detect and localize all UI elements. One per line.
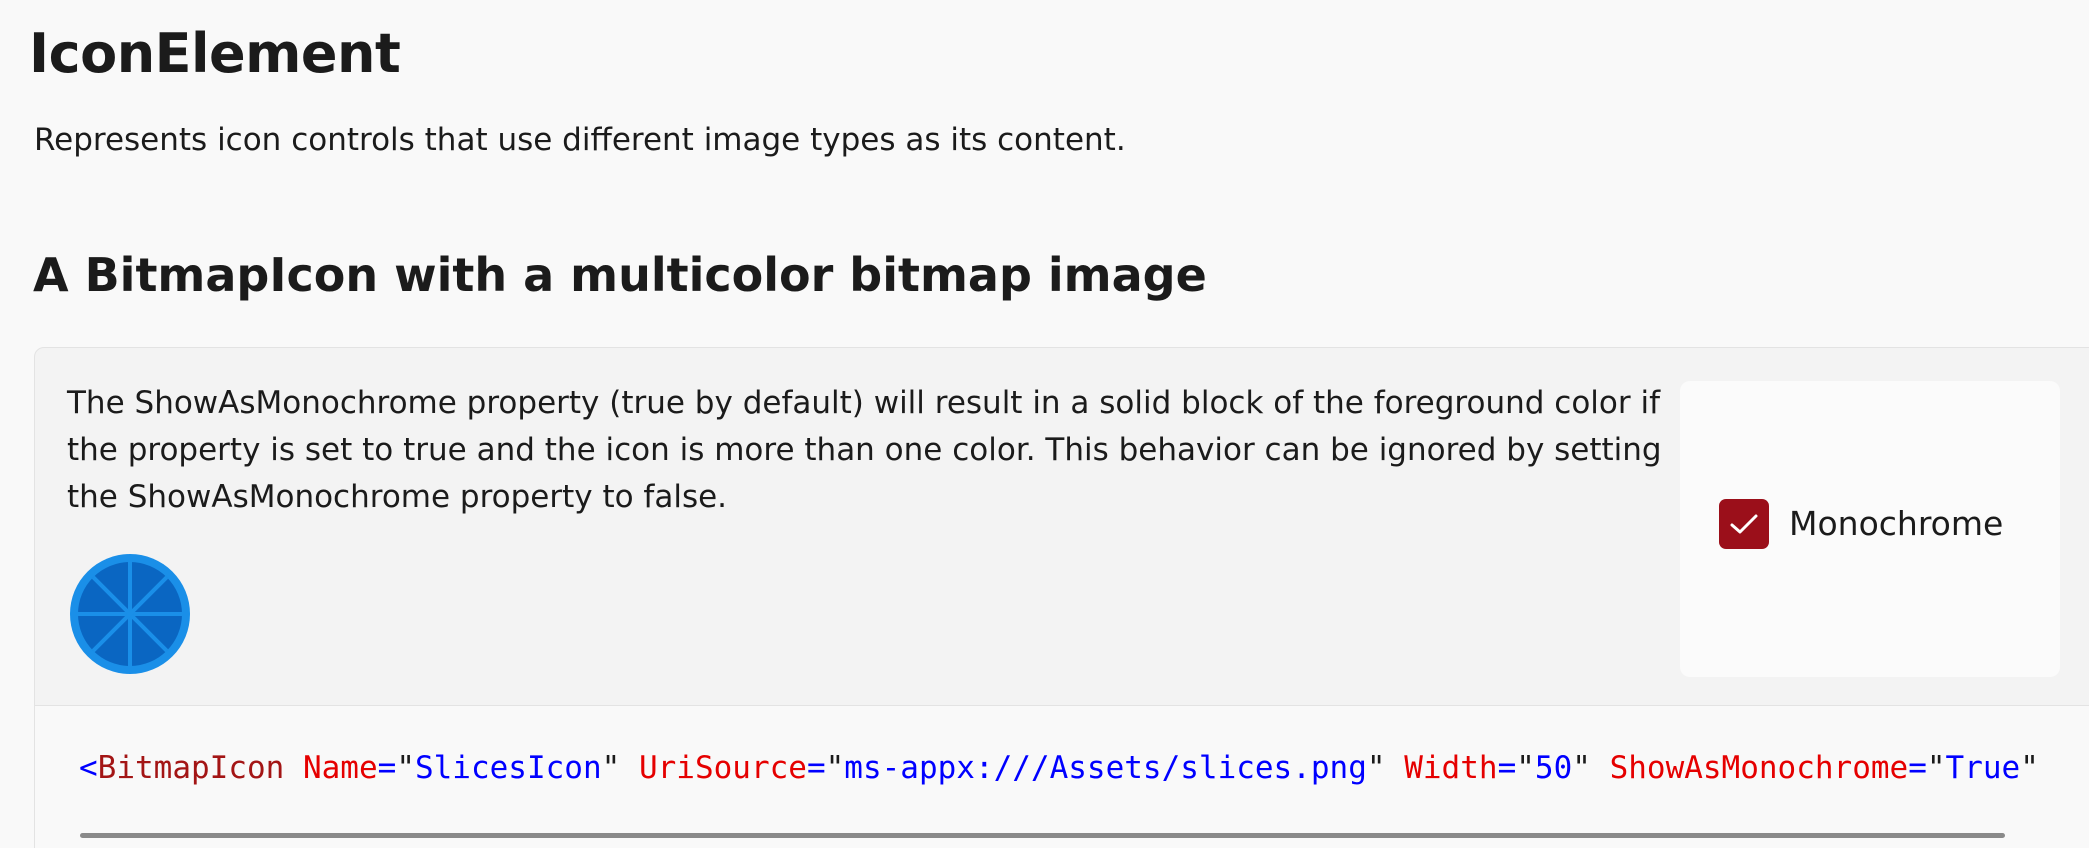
checkmark-icon[interactable] (1719, 499, 1769, 549)
slices-icon (68, 552, 192, 676)
code-horizontal-scrollbar[interactable] (80, 833, 2005, 838)
code-attr-urisource-value: ms-appx:///Assets/slices.png (844, 750, 1367, 786)
monochrome-checkbox-label: Monochrome (1789, 504, 2004, 543)
xaml-code-line: <BitmapIcon Name="SlicesIcon" UriSource=… (79, 750, 2039, 786)
options-pane: Monochrome (1680, 381, 2060, 677)
code-attr-name: Name (302, 750, 378, 786)
page-description: Represents icon controls that use differ… (34, 122, 1126, 158)
page: IconElement Represents icon controls tha… (0, 0, 2089, 848)
monochrome-checkbox[interactable]: Monochrome (1719, 499, 2003, 549)
code-attr-width-value: 50 (1534, 750, 1573, 786)
example-card: The ShowAsMonochrome property (true by d… (34, 347, 2089, 848)
code-attr-width: Width (1404, 750, 1498, 786)
code-open-bracket: < (79, 750, 98, 786)
example-description: The ShowAsMonochrome property (true by d… (67, 385, 1662, 515)
code-attr-showasmonochrome-value: True (1945, 750, 2021, 786)
section-heading: A BitmapIcon with a multicolor bitmap im… (33, 248, 1207, 302)
code-element-name: BitmapIcon (97, 750, 285, 786)
code-attr-value: SlicesIcon (414, 750, 602, 786)
code-attr-showasmonochrome: ShowAsMonochrome (1609, 750, 1909, 786)
page-title: IconElement (29, 22, 401, 85)
code-attr-urisource: UriSource (638, 750, 807, 786)
